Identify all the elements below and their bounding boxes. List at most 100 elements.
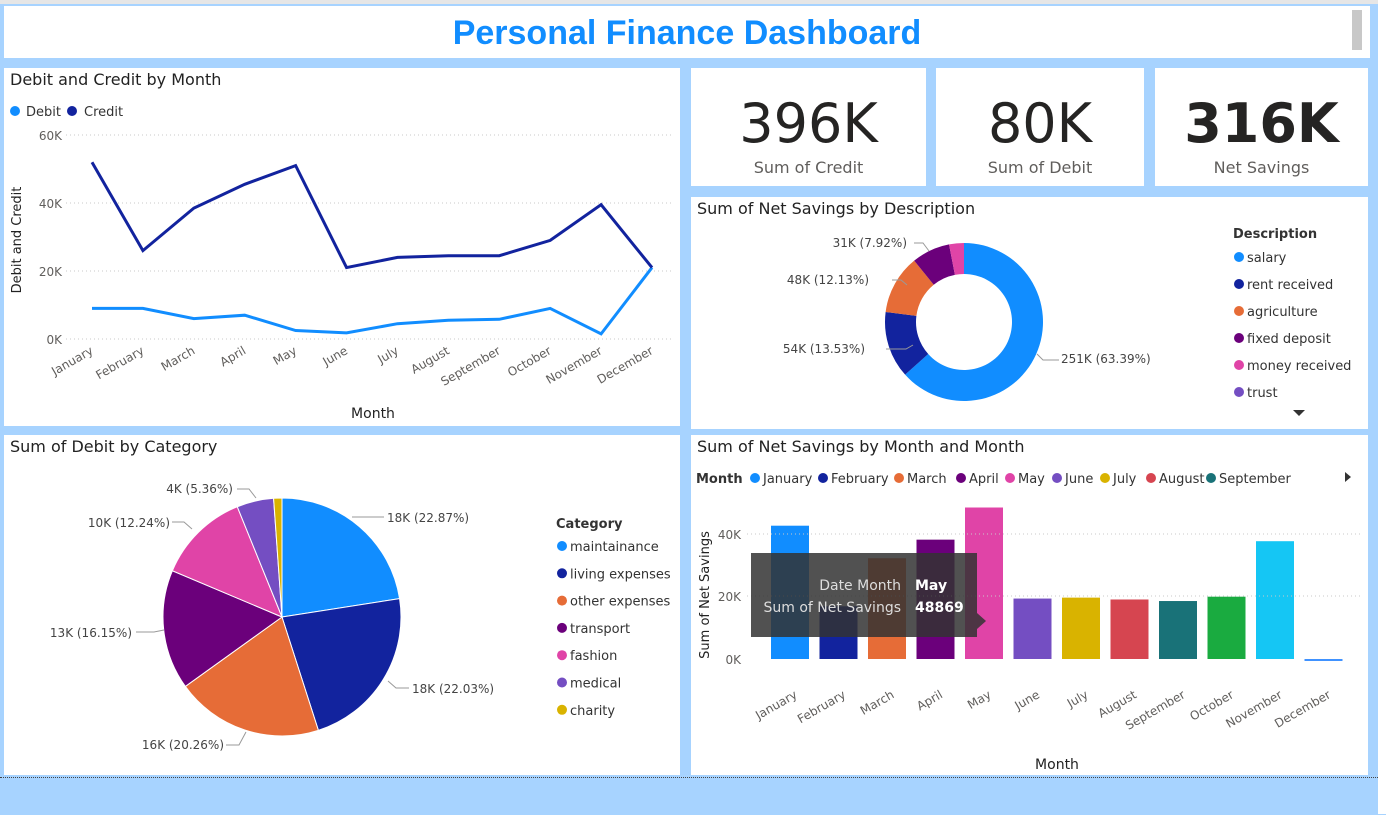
legend-label: charity <box>570 704 615 719</box>
pie-legend-title: Category <box>556 517 623 532</box>
series-line-debit[interactable] <box>92 266 654 336</box>
bar-august[interactable] <box>1110 599 1149 659</box>
data-label: 16K (20.26%) <box>142 738 224 752</box>
bar-october[interactable] <box>1207 596 1246 659</box>
bar-chart-svg: Month January February March April May June Ju… <box>696 472 1361 773</box>
x-tick-label: June <box>320 343 351 369</box>
kpi-card-net-savings[interactable]: 316K Net Savings <box>1155 68 1368 186</box>
x-tick-label: December <box>595 343 656 386</box>
x-tick-label: February <box>93 343 146 382</box>
pie-chart-panel[interactable]: Sum of Debit by Category Category mainta… <box>4 435 680 775</box>
data-label: 31K (7.92%) <box>833 236 907 250</box>
data-label: 251K (63.39%) <box>1061 352 1151 366</box>
legend-marker <box>956 473 966 483</box>
x-tick-label: January <box>48 343 95 378</box>
leader-line <box>914 242 930 252</box>
data-label: 4K (5.36%) <box>166 482 233 496</box>
legend-label: February <box>831 472 889 487</box>
x-tick-label: March <box>159 343 198 373</box>
data-label: 54K (13.53%) <box>783 342 865 356</box>
legend-marker <box>1234 252 1244 262</box>
legend-marker <box>1052 473 1062 483</box>
leader-line <box>237 488 257 499</box>
legend-marker <box>1005 473 1015 483</box>
data-label: 48K (12.13%) <box>787 273 869 287</box>
legend-marker <box>557 541 567 551</box>
chevron-right-icon[interactable] <box>1345 472 1351 482</box>
legend-marker <box>1234 360 1244 370</box>
kpi-value: 396K <box>739 92 878 155</box>
bar-december[interactable] <box>1304 659 1343 661</box>
legend-label: salary <box>1247 251 1287 266</box>
series-line-credit[interactable] <box>90 161 654 270</box>
donut-chart-panel[interactable]: Sum of Net Savings by Description Descri… <box>691 197 1368 429</box>
legend-marker <box>1100 473 1110 483</box>
kpi-label: Sum of Debit <box>987 158 1093 177</box>
y-axis-title: Sum of Net Savings <box>698 531 713 659</box>
bar-july[interactable] <box>1062 597 1100 659</box>
kpi-label: Sum of Credit <box>753 158 864 177</box>
y-tick-label: 20K <box>39 265 63 279</box>
tooltip-box <box>751 553 977 637</box>
tooltip-label: Sum of Net Savings <box>763 600 901 616</box>
top-border <box>0 0 1386 4</box>
tooltip-label: Date Month <box>819 578 901 594</box>
legend-marker <box>1234 306 1244 316</box>
legend-marker <box>1234 333 1244 343</box>
legend-label: fixed deposit <box>1247 332 1331 347</box>
legend-label: other expenses <box>570 595 670 610</box>
kpi-value: 80K <box>987 92 1093 155</box>
legend-label: rent received <box>1247 278 1333 293</box>
x-tick-label: May <box>965 687 993 712</box>
line-chart-panel[interactable]: Debit and Credit by Month Debit Credit 6… <box>4 68 680 426</box>
legend-label: agriculture <box>1247 305 1318 320</box>
legend-label: medical <box>570 677 621 692</box>
x-tick-label: December <box>1272 687 1333 730</box>
y-tick-label: 20K <box>718 590 742 604</box>
legend-marker <box>1234 279 1244 289</box>
donut-legend-title: Description <box>1233 227 1317 242</box>
legend-debit-label: Debit <box>26 105 61 120</box>
legend-credit-label: Credit <box>84 105 123 120</box>
legend-marker <box>557 595 567 606</box>
leader-line <box>226 731 247 746</box>
bar-chart-panel[interactable]: Sum of Net Savings by Month and Month Mo… <box>691 435 1368 775</box>
title-bar: Personal Finance Dashboard <box>4 6 1370 58</box>
x-tick-label: April <box>217 343 248 369</box>
tooltip-value: May <box>915 578 947 594</box>
bar-june[interactable] <box>1013 598 1052 659</box>
legend-label: living expenses <box>570 567 671 582</box>
line-chart-svg: Debit Credit 60K 40K 20K 0K Debit and Cr… <box>10 105 674 422</box>
scrollbar-thumb[interactable] <box>1352 10 1362 50</box>
kpi-card-debit[interactable]: 80K Sum of Debit <box>936 68 1144 186</box>
x-tick-label: January <box>752 687 799 722</box>
leader-line <box>1036 353 1059 361</box>
y-axis-title: Debit and Credit <box>10 187 25 294</box>
x-tick-label: April <box>914 687 945 713</box>
legend-marker <box>557 677 567 688</box>
bottom-page-strip <box>0 777 1386 815</box>
right-margin <box>1378 0 1386 814</box>
bar-september[interactable] <box>1159 601 1197 659</box>
pie-chart-svg: Category maintainance living expenses othe… <box>50 482 671 752</box>
kpi-card-credit[interactable]: 396K Sum of Credit <box>691 68 926 186</box>
legend-marker <box>557 622 567 633</box>
legend-label: May <box>1018 472 1045 487</box>
bar-november[interactable] <box>1256 541 1294 659</box>
chevron-down-icon[interactable] <box>1293 410 1305 416</box>
bar-legend-title: Month <box>696 472 743 487</box>
data-label: 18K (22.87%) <box>387 511 469 525</box>
x-axis-title: Month <box>351 406 395 422</box>
leader-line <box>136 629 165 633</box>
x-tick-label: May <box>271 343 299 368</box>
pie-slice-maintainance[interactable] <box>281 497 401 618</box>
x-tick-label: July <box>1064 687 1091 710</box>
x-tick-label: February <box>795 687 848 726</box>
legend-label: fashion <box>570 649 617 664</box>
y-tick-label: 0K <box>725 653 742 667</box>
x-tick-label: June <box>1011 687 1042 713</box>
legend-debit-marker <box>10 106 20 116</box>
legend-label: April <box>969 472 999 487</box>
y-tick-label: 40K <box>718 528 742 542</box>
legend-marker <box>818 473 828 483</box>
